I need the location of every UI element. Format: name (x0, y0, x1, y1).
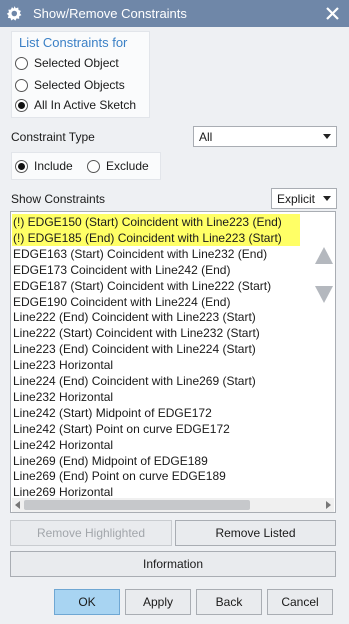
list-item[interactable]: Line242 (Start) Point on curve EDGE172 (12, 421, 300, 437)
radio-label: Exclude (106, 159, 149, 173)
move-down-icon[interactable] (313, 284, 335, 306)
radio-label: Include (34, 159, 73, 173)
list-constraints-title: List Constraints for (19, 35, 128, 50)
list-item[interactable]: EDGE190 Coincident with Line224 (End) (12, 294, 300, 310)
list-item[interactable]: Line242 Horizontal (12, 437, 300, 453)
show-constraints-value: Explicit (277, 191, 316, 206)
scrollbar-thumb[interactable] (24, 500, 250, 510)
radio-label: Selected Objects (34, 78, 125, 92)
constraint-type-value: All (199, 129, 213, 144)
title-bar: Show/Remove Constraints (0, 0, 349, 27)
list-item[interactable]: Line232 Horizontal (12, 389, 300, 405)
close-icon[interactable] (323, 4, 342, 23)
radio-circle[interactable] (15, 98, 28, 112)
window-title: Show/Remove Constraints (33, 6, 187, 21)
list-item[interactable]: (!) EDGE185 (End) Coincident with Line22… (12, 229, 300, 246)
radio-circle[interactable] (15, 159, 28, 173)
list-item[interactable]: Line222 (End) Coincident with Line223 (S… (12, 309, 300, 325)
constraint-type-dropdown[interactable]: All (193, 126, 337, 147)
list-item[interactable]: Line269 (End) Point on curve EDGE189 (12, 468, 300, 484)
gear-icon (6, 6, 22, 21)
radio-exclude[interactable]: Exclude (87, 158, 149, 174)
scroll-left-icon[interactable] (15, 501, 20, 509)
list-item[interactable]: Line242 (Start) Midpoint of EDGE172 (12, 405, 300, 421)
radio-label: All In Active Sketch (34, 98, 137, 112)
radio-circle[interactable] (15, 78, 28, 92)
chevron-down-icon (323, 134, 331, 139)
radio-all-in-active-sketch[interactable]: All In Active Sketch (15, 97, 136, 113)
apply-button[interactable]: Apply (125, 589, 191, 615)
constraints-list[interactable]: (!) EDGE150 (Start) Coincident with Line… (10, 211, 336, 513)
list-item[interactable]: EDGE163 (Start) Coincident with Line232 … (12, 246, 300, 262)
list-item[interactable]: Line223 (End) Coincident with Line224 (S… (12, 341, 300, 357)
move-up-icon[interactable] (313, 244, 335, 266)
radio-selected-objects[interactable]: Selected Objects (15, 77, 125, 93)
radio-selected-object[interactable]: Selected Object (15, 55, 119, 71)
list-item[interactable]: Line222 (Start) Coincident with Line232 … (12, 325, 300, 341)
remove-highlighted-button[interactable]: Remove Highlighted (10, 520, 172, 546)
list-item[interactable]: EDGE187 (Start) Coincident with Line222 … (12, 278, 300, 294)
show-constraints-dropdown[interactable]: Explicit (271, 188, 337, 209)
radio-label: Selected Object (34, 56, 119, 70)
horizontal-scrollbar[interactable] (12, 498, 334, 512)
radio-circle[interactable] (15, 56, 28, 70)
constraint-type-label: Constraint Type (11, 130, 95, 144)
list-item[interactable]: Line269 (End) Midpoint of EDGE189 (12, 453, 300, 469)
scroll-right-icon[interactable] (326, 501, 331, 509)
show-constraints-label: Show Constraints (11, 192, 106, 206)
information-button[interactable]: Information (10, 551, 336, 577)
list-item[interactable]: (!) EDGE150 (Start) Coincident with Line… (12, 214, 300, 230)
cancel-button[interactable]: Cancel (267, 589, 333, 615)
list-item[interactable]: EDGE173 Coincident with Line242 (End) (12, 262, 300, 278)
back-button[interactable]: Back (196, 589, 262, 615)
radio-include[interactable]: Include (15, 158, 73, 174)
chevron-down-icon (323, 196, 331, 201)
radio-circle[interactable] (87, 159, 100, 173)
remove-listed-button[interactable]: Remove Listed (175, 520, 336, 546)
list-item[interactable]: Line224 (End) Coincident with Line269 (S… (12, 373, 300, 389)
ok-button[interactable]: OK (54, 589, 120, 615)
list-item[interactable]: Line223 Horizontal (12, 357, 300, 373)
